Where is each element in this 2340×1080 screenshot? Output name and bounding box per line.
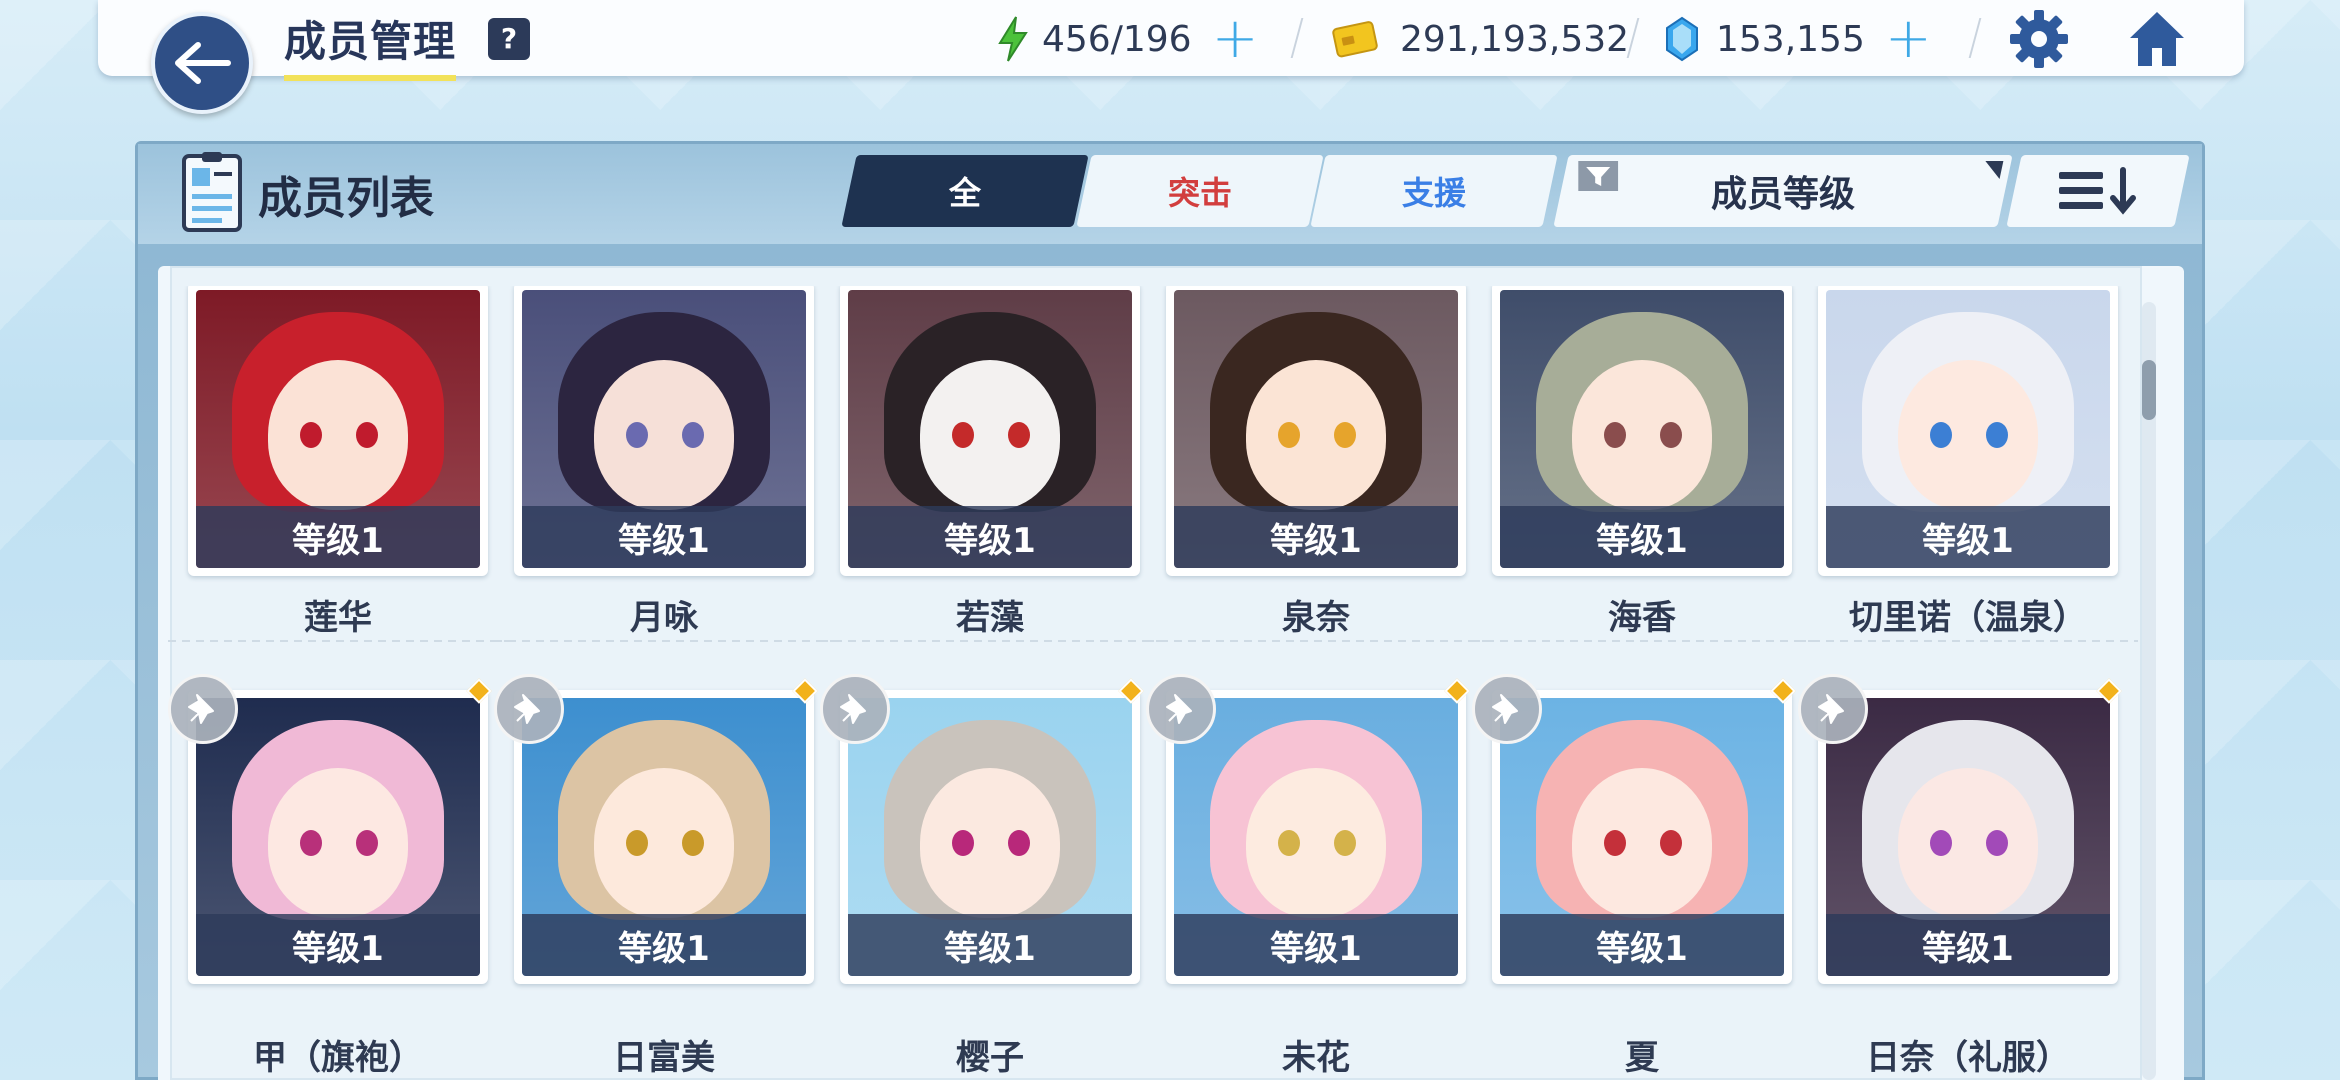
pyroxene-value: 153,155 (1716, 18, 1865, 60)
lightning-icon (998, 16, 1028, 62)
member-card[interactable]: 等级1 (188, 690, 488, 984)
member-name: 夏 (1625, 1038, 1659, 1078)
level-label: 等级1 (1500, 914, 1784, 976)
member-card-clip: 等级1 未花 (1146, 286, 1496, 1080)
sort-label: 成员等级 (1710, 174, 1855, 215)
sort-order-button[interactable] (2006, 155, 2190, 227)
help-button[interactable]: ? (488, 18, 530, 60)
ap-counter: 456/196 + (996, 11, 1259, 67)
level-label: 等级1 (196, 914, 480, 976)
member-list-icon (182, 152, 242, 232)
pin-icon[interactable] (1798, 674, 1868, 744)
credit-counter: 291,193,532 (1332, 14, 1629, 64)
tab-all[interactable]: 全 (841, 155, 1089, 227)
arrow-left-icon (175, 42, 231, 84)
pyroxene-plus-button[interactable]: + (1885, 11, 1932, 67)
member-card-clip: 等级1 日富美 (494, 286, 844, 1080)
member-name: 樱子 (956, 1038, 1024, 1078)
member-card-clip: 等级1 樱子 (820, 286, 1170, 1080)
level-label: 等级1 (522, 914, 806, 976)
member-name: 未花 (1282, 1038, 1350, 1078)
ap-value: 456/196 (1042, 18, 1192, 60)
level-label: 等级1 (1174, 914, 1458, 976)
level-label: 等级1 (848, 914, 1132, 976)
member-name: 甲（旗袍） (253, 1038, 423, 1078)
member-card[interactable]: 等级1 (1166, 690, 1466, 984)
page-title: 成员管理 (284, 8, 457, 81)
level-label: 等级1 (1826, 914, 2110, 976)
member-card-clip: 等级1 夏 (1472, 286, 1822, 1080)
member-card[interactable]: 等级1 (514, 690, 814, 984)
home-icon[interactable] (2126, 8, 2188, 70)
tab-striker[interactable]: 突击 (1076, 155, 1324, 227)
sort-descending-icon (2059, 167, 2136, 215)
tab-striker-label: 突击 (1167, 174, 1232, 212)
member-card[interactable]: 等级1 (1492, 690, 1792, 984)
ap-plus-button[interactable]: + (1212, 11, 1259, 67)
tab-all-label: 全 (948, 174, 981, 212)
credit-card-icon (1332, 21, 1378, 58)
dropdown-corner-icon (1981, 161, 2004, 179)
filter-icon (1578, 161, 1619, 191)
pin-icon[interactable] (494, 674, 564, 744)
pin-icon[interactable] (168, 674, 238, 744)
panel-title: 成员列表 (258, 173, 434, 224)
credit-value: 291,193,532 (1400, 18, 1630, 60)
gem-icon (1666, 16, 1698, 62)
sort-dropdown[interactable]: 成员等级 (1553, 155, 2013, 227)
gear-icon[interactable] (2008, 8, 2070, 70)
pin-icon[interactable] (1146, 674, 1216, 744)
pyroxene-counter: 153,155 + (1664, 11, 1932, 67)
tab-special-label: 支援 (1401, 174, 1466, 212)
member-name: 日奈（礼服） (1866, 1038, 2070, 1078)
member-name: 日富美 (613, 1038, 715, 1078)
tab-special[interactable]: 支援 (1310, 155, 1558, 227)
member-card-clip: 等级1 日奈（礼服） (1798, 286, 2148, 1080)
back-button[interactable] (151, 12, 253, 114)
pin-icon[interactable] (1472, 674, 1542, 744)
member-card-clip: 等级1 甲（旗袍） (168, 286, 518, 1080)
member-card[interactable]: 等级1 (840, 690, 1140, 984)
member-card[interactable]: 等级1 (1818, 690, 2118, 984)
pin-icon[interactable] (820, 674, 890, 744)
